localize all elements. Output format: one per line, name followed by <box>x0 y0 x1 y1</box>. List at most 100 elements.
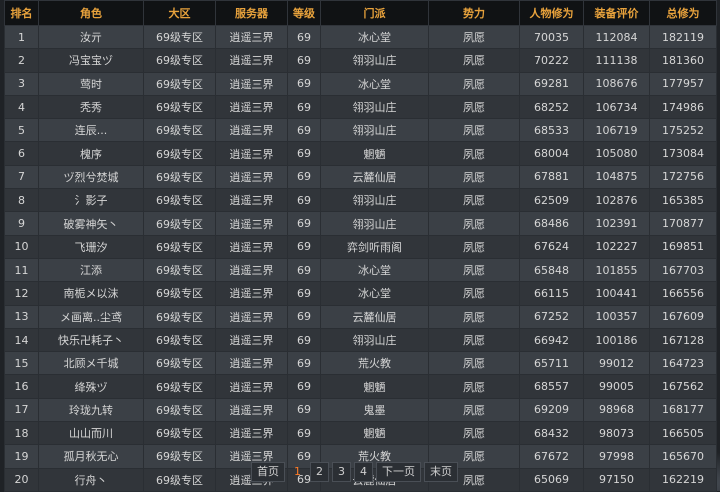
header-total-cultivation[interactable]: 总修为 <box>649 0 717 26</box>
cell-faction: 夙愿 <box>428 304 520 329</box>
cell-total-cultivation: 165385 <box>649 188 717 213</box>
cell-region: 69级专区 <box>143 351 216 376</box>
cell-server: 逍遥三界 <box>215 118 288 143</box>
header-school[interactable]: 门派 <box>320 0 429 26</box>
cell-level: 69 <box>287 211 321 236</box>
cell-character-cultivation: 69281 <box>519 71 584 96</box>
page-button-1[interactable]: 1 <box>288 462 307 482</box>
header-character-cultivation[interactable]: 人物修为 <box>519 0 584 26</box>
table-row[interactable]: 6 槐序 69级专区 逍遥三界 69 魍魉 夙愿 68004 105080 173084 <box>4 141 717 166</box>
table-row[interactable]: 3 莺时 69级专区 逍遥三界 69 冰心堂 夙愿 69281 108676 177957 <box>4 71 717 96</box>
cell-school: 冰心堂 <box>320 257 429 283</box>
cell-total-cultivation: 164723 <box>649 351 717 376</box>
header-equipment-score[interactable]: 装备评价 <box>583 0 650 26</box>
cell-server: 逍遥三界 <box>215 211 288 236</box>
cell-role-name: 破雾神矢丶 <box>38 211 144 236</box>
header-region[interactable]: 大区 <box>143 0 216 26</box>
cell-role-name: 氵影子 <box>38 188 144 213</box>
cell-role-name: 北顾メ千城 <box>38 351 144 376</box>
cell-server: 逍遥三界 <box>215 281 288 306</box>
cell-faction: 夙愿 <box>428 374 520 399</box>
cell-equipment-score: 102876 <box>583 188 650 213</box>
header-faction[interactable]: 势力 <box>428 0 520 26</box>
cell-rank: 12 <box>4 281 39 306</box>
cell-character-cultivation: 69209 <box>519 397 584 423</box>
cell-total-cultivation: 170877 <box>649 211 717 236</box>
table-row[interactable]: 12 南栀メ以沫 69级专区 逍遥三界 69 冰心堂 夙愿 66115 100441 166556 <box>4 281 717 306</box>
cell-total-cultivation: 177957 <box>649 71 717 96</box>
cell-total-cultivation: 167609 <box>649 304 717 329</box>
cell-region: 69级专区 <box>143 234 216 259</box>
cell-equipment-score: 99005 <box>583 374 650 399</box>
cell-level: 69 <box>287 94 321 120</box>
cell-rank: 7 <box>4 164 39 190</box>
cell-server: 逍遥三界 <box>215 48 288 73</box>
cell-equipment-score: 97998 <box>583 444 650 469</box>
table-row[interactable]: 5 连辰... 69级专区 逍遥三界 69 翎羽山庄 夙愿 68533 106719 175252 <box>4 118 717 143</box>
table-row[interactable]: 15 北顾メ千城 69级专区 逍遥三界 69 荒火教 夙愿 65711 99012 164723 <box>4 351 717 376</box>
cell-region: 69级专区 <box>143 164 216 190</box>
cell-rank: 14 <box>4 327 39 353</box>
page-button-2[interactable]: 2 <box>310 462 329 482</box>
cell-role-name: 莺时 <box>38 71 144 96</box>
cell-level: 69 <box>287 257 321 283</box>
cell-role-name: メ画离..尘鸢 <box>38 304 144 329</box>
cell-school: 冰心堂 <box>320 24 429 50</box>
header-role[interactable]: 角色 <box>38 0 144 26</box>
cell-faction: 夙愿 <box>428 48 520 73</box>
table-row[interactable]: 13 メ画离..尘鸢 69级专区 逍遥三界 69 云麓仙居 夙愿 67252 100357 167… <box>4 304 717 329</box>
table-row[interactable]: 14 快乐卍耗子丶 69级专区 逍遥三界 69 翎羽山庄 夙愿 66942 100186 1671… <box>4 327 717 353</box>
cell-region: 69级专区 <box>143 327 216 353</box>
header-level[interactable]: 等级 <box>287 0 321 26</box>
page-button-3[interactable]: 3 <box>332 462 351 482</box>
first-page-button[interactable]: 首页 <box>251 462 285 482</box>
cell-rank: 15 <box>4 351 39 376</box>
cell-faction: 夙愿 <box>428 327 520 353</box>
cell-character-cultivation: 67881 <box>519 164 584 190</box>
cell-level: 69 <box>287 188 321 213</box>
cell-region: 69级专区 <box>143 118 216 143</box>
table-row[interactable]: 18 山山而川 69级专区 逍遥三界 69 魍魉 夙愿 68432 98073 166505 <box>4 421 717 446</box>
cell-character-cultivation: 62509 <box>519 188 584 213</box>
cell-total-cultivation: 162219 <box>649 467 717 492</box>
table-row[interactable]: 7 ヅ烈兮焚城 69级专区 逍遥三界 69 云麓仙居 夙愿 67881 104875 172756 <box>4 164 717 190</box>
cell-role-name: 山山而川 <box>38 421 144 446</box>
cell-school: 云麓仙居 <box>320 164 429 190</box>
cell-server: 逍遥三界 <box>215 71 288 96</box>
cell-school: 魍魉 <box>320 141 429 166</box>
cell-region: 69级专区 <box>143 467 216 492</box>
cell-total-cultivation: 173084 <box>649 141 717 166</box>
table-row[interactable]: 16 绛殊ヅ 69级专区 逍遥三界 69 魍魉 夙愿 68557 99005 167562 <box>4 374 717 399</box>
cell-faction: 夙愿 <box>428 188 520 213</box>
cell-region: 69级专区 <box>143 397 216 423</box>
cell-school: 冰心堂 <box>320 71 429 96</box>
cell-character-cultivation: 68004 <box>519 141 584 166</box>
table-row[interactable]: 9 破雾神矢丶 69级专区 逍遥三界 69 翎羽山庄 夙愿 68486 102391 170877 <box>4 211 717 236</box>
cell-school: 荒火教 <box>320 351 429 376</box>
page-button-4[interactable]: 4 <box>354 462 373 482</box>
table-row[interactable]: 17 玲珑九转 69级专区 逍遥三界 69 鬼墨 夙愿 69209 98968 168177 <box>4 397 717 423</box>
last-page-button[interactable]: 末页 <box>424 462 458 482</box>
cell-region: 69级专区 <box>143 421 216 446</box>
cell-rank: 2 <box>4 48 39 73</box>
table-row[interactable]: 1 汝亓 69级专区 逍遥三界 69 冰心堂 夙愿 70035 112084 182119 <box>4 24 717 50</box>
table-row[interactable]: 11 江添 69级专区 逍遥三界 69 冰心堂 夙愿 65848 101855 167703 <box>4 257 717 283</box>
table-row[interactable]: 10 飞珊汐 69级专区 逍遥三界 69 弈剑听雨阁 夙愿 67624 102227 169851 <box>4 234 717 259</box>
table-row[interactable]: 2 冯宝宝ヅ 69级专区 逍遥三界 69 翎羽山庄 夙愿 70222 111138 181360 <box>4 48 717 73</box>
cell-character-cultivation: 65069 <box>519 467 584 492</box>
header-rank[interactable]: 排名 <box>4 0 39 26</box>
cell-region: 69级专区 <box>143 141 216 166</box>
cell-faction: 夙愿 <box>428 24 520 50</box>
cell-server: 逍遥三界 <box>215 94 288 120</box>
cell-rank: 16 <box>4 374 39 399</box>
table-body: 1 汝亓 69级专区 逍遥三界 69 冰心堂 夙愿 70035 112084 182119 2 冯宝宝… <box>4 24 717 492</box>
cell-region: 69级专区 <box>143 211 216 236</box>
cell-role-name: 行舟丶 <box>38 467 144 492</box>
cell-region: 69级专区 <box>143 444 216 469</box>
table-row[interactable]: 8 氵影子 69级专区 逍遥三界 69 翎羽山庄 夙愿 62509 102876 165385 <box>4 188 717 213</box>
cell-region: 69级专区 <box>143 281 216 306</box>
table-row[interactable]: 4 秃秀 69级专区 逍遥三界 69 翎羽山庄 夙愿 68252 106734 174986 <box>4 94 717 120</box>
cell-region: 69级专区 <box>143 374 216 399</box>
header-server[interactable]: 服务器 <box>215 0 288 26</box>
next-page-button[interactable]: 下一页 <box>376 462 421 482</box>
